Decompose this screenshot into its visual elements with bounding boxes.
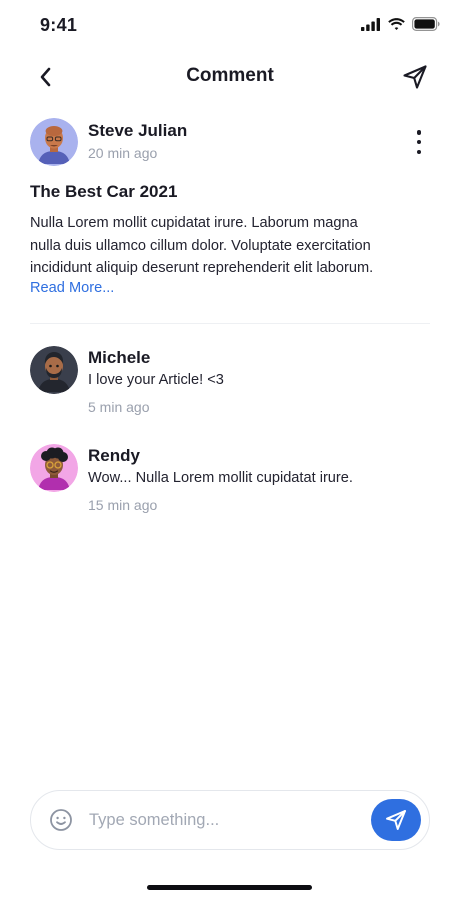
post-author: Steve Julian 20 min ago (30, 118, 430, 166)
read-more-link[interactable]: Read More... (30, 280, 114, 296)
post-body-line: incididunt aliquip deserunt reprehenderi… (30, 260, 374, 276)
emoji-button[interactable] (49, 808, 73, 832)
wifi-icon (388, 18, 405, 30)
author-name[interactable]: Steve Julian (88, 121, 187, 141)
post-body: Nulla Lorem mollit cupidatat irure. Labo… (30, 212, 430, 280)
avatar[interactable] (30, 118, 78, 166)
avatar[interactable] (30, 444, 78, 492)
send-icon (386, 810, 406, 830)
commenter-name[interactable]: Michele (88, 348, 150, 368)
page-title: Comment (186, 65, 274, 86)
battery-icon (412, 17, 440, 31)
commenter-name[interactable]: Rendy (88, 446, 140, 466)
comment-text: Wow... Nulla Lorem mollit cupidatat irur… (88, 470, 353, 486)
status-bar: 9:41 (0, 0, 460, 52)
comment-item: Rendy Wow... Nulla Lorem mollit cupidata… (30, 444, 430, 524)
more-vertical-icon (416, 130, 422, 135)
status-time: 9:41 (40, 15, 78, 35)
divider (30, 323, 430, 324)
send-icon (403, 65, 427, 89)
post-body-line: nulla duis ullamco cillum dolor. Volupta… (30, 237, 371, 254)
signal-icon (361, 17, 380, 31)
share-button[interactable] (400, 62, 430, 92)
send-button[interactable] (371, 799, 421, 841)
more-options-button[interactable] (414, 130, 424, 154)
author-avatar-image (30, 118, 78, 166)
post-body-line: Nulla Lorem mollit cupidatat irure. Labo… (30, 215, 358, 231)
comment-timestamp: 15 min ago (88, 497, 158, 513)
status-icons (361, 17, 440, 31)
home-indicator (147, 885, 312, 890)
smiley-icon (50, 809, 72, 831)
post-timestamp: 20 min ago (88, 145, 158, 161)
comment-timestamp: 5 min ago (88, 399, 150, 415)
avatar[interactable] (30, 346, 78, 394)
nav-header: Comment (0, 56, 460, 98)
comment-composer (30, 790, 430, 850)
comment-item: Michele I love your Article! <3 5 min ag… (30, 346, 430, 426)
comment-input[interactable] (89, 805, 359, 835)
commenter-avatar-image (30, 444, 78, 492)
comment-text: I love your Article! <3 (88, 372, 224, 388)
commenter-avatar-image (30, 346, 78, 394)
post-title: The Best Car 2021 (30, 182, 178, 201)
